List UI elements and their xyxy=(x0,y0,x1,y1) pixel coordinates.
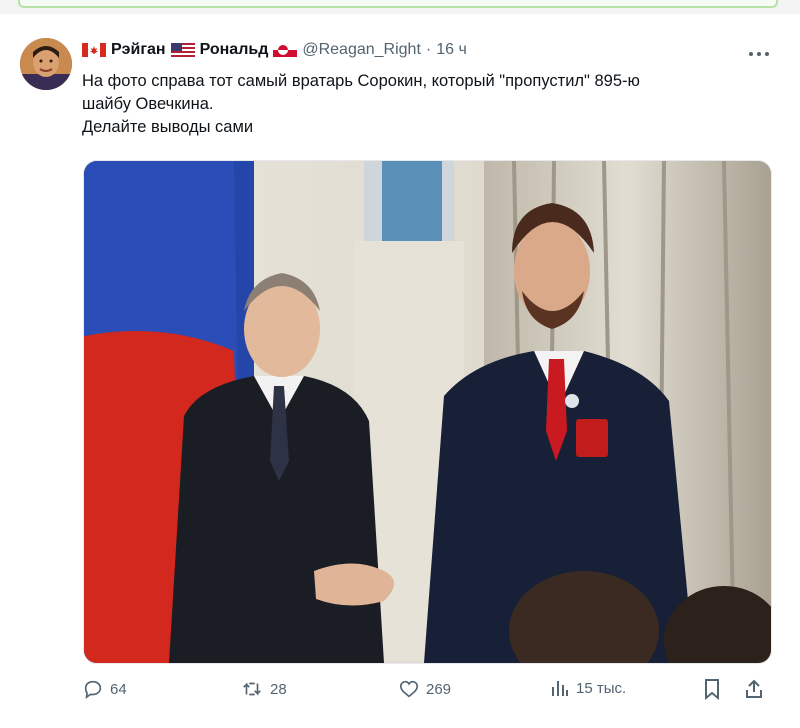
tweet-text-line3: Делайте выводы сами xyxy=(82,118,254,136)
share-button[interactable] xyxy=(744,678,764,700)
quoted-card-border xyxy=(18,0,778,8)
bookmark-button[interactable] xyxy=(702,678,722,700)
share-icon xyxy=(746,679,762,698)
retweet-icon xyxy=(243,682,261,696)
tweet[interactable]: Рэйган Рональд @Reagan_Right · 16 ч На ф… xyxy=(0,14,800,728)
author-handle[interactable]: @Reagan_Right xyxy=(302,41,421,59)
tweet-photo[interactable] xyxy=(83,160,772,664)
like-count: 269 xyxy=(426,680,452,698)
like-button[interactable]: 269 xyxy=(398,678,451,700)
heart-icon xyxy=(399,680,419,698)
bookmark-icon xyxy=(705,679,719,700)
views-count: 15 тыс. xyxy=(576,679,627,697)
reply-icon xyxy=(84,680,102,700)
reply-count: 64 xyxy=(110,680,127,698)
usa-flag-icon xyxy=(170,43,195,57)
author-name-first[interactable]: Рэйган xyxy=(111,41,166,59)
views-chart-icon xyxy=(552,681,568,696)
avatar[interactable] xyxy=(20,38,72,90)
tweet-actions: 64 28 269 15 тыс. xyxy=(82,676,770,706)
tweet-time[interactable]: 16 ч xyxy=(436,41,467,59)
author-name-second[interactable]: Рональд xyxy=(200,41,269,59)
retweet-count: 28 xyxy=(270,680,287,698)
tweet-header: Рэйган Рональд @Reagan_Right · 16 ч xyxy=(82,40,467,60)
previous-tweet-edge xyxy=(0,0,800,14)
more-options-icon[interactable] xyxy=(748,40,770,63)
tweet-text-line1: На фото справа тот самый вратарь Сорокин… xyxy=(82,72,640,90)
greenland-flag-icon xyxy=(273,43,298,57)
photo-illustration xyxy=(84,161,771,663)
tweet-text: На фото справа тот самый вратарь Сорокин… xyxy=(82,70,762,139)
retweet-button[interactable]: 28 xyxy=(240,678,287,700)
reply-button[interactable]: 64 xyxy=(82,678,127,700)
tweet-text-line2: шайбу Овечкина. xyxy=(82,95,214,113)
canada-flag-icon xyxy=(82,43,106,57)
views-button[interactable]: 15 тыс. xyxy=(550,678,626,698)
separator-dot: · xyxy=(425,41,432,58)
